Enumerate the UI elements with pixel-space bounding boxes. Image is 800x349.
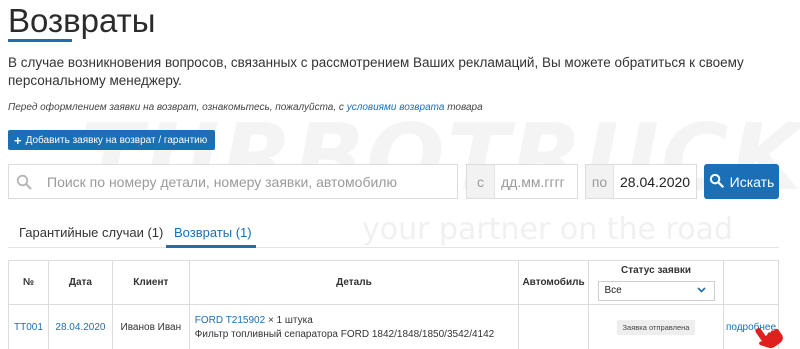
status-filter-select[interactable]: Все xyxy=(597,280,715,301)
table-row: TT001 28.04.2020 Иванов Иван FORD T21590… xyxy=(8,304,780,349)
part-line: FORD T215902 × 1 штука xyxy=(195,314,518,328)
status-header-label: Статус заявки xyxy=(620,264,691,276)
cell-detail: FORD T215902 × 1 штука Фильтр топливный … xyxy=(188,304,520,349)
date-from-prefix: с xyxy=(467,165,495,198)
tabs-bar: Гарантийные случаи (1) Возвраты (1) xyxy=(8,216,779,248)
return-conditions-link[interactable]: условиями возврата xyxy=(347,102,445,113)
return-note: Перед оформлением заявки на возврат, озн… xyxy=(8,102,483,113)
search-icon xyxy=(9,165,39,198)
tab-warranty[interactable]: Гарантийные случаи (1) xyxy=(19,216,163,248)
date-to-prefix: по xyxy=(586,165,614,198)
status-filter-value: Все xyxy=(604,285,622,296)
column-header-status: Статус заявки Все xyxy=(588,260,724,305)
cell-car xyxy=(518,304,590,349)
column-header-car: Автомобиль xyxy=(518,260,590,305)
cell-date: 28.04.2020 xyxy=(47,304,113,349)
note-text-after: товара xyxy=(444,102,483,113)
date-from-field[interactable]: с дд.мм.гггг xyxy=(466,164,578,199)
intro-text: В случае возникновения вопросов, связанн… xyxy=(8,55,744,88)
part-number-link[interactable]: FORD T215902 xyxy=(195,315,265,326)
returns-table: № Дата Клиент Деталь Автомобиль Статус з… xyxy=(8,260,780,349)
cell-number: TT001 xyxy=(8,304,49,349)
cell-status: Заявка отправлена xyxy=(588,304,724,349)
column-header-client: Клиент xyxy=(111,260,190,305)
status-badge: Заявка отправлена xyxy=(616,320,696,335)
column-header-number: № xyxy=(8,260,49,305)
page-title: Возвраты xyxy=(8,2,156,39)
search-input[interactable]: Поиск по номеру детали, номеру заявки, а… xyxy=(8,164,458,199)
request-date-link[interactable]: 28.04.2020 xyxy=(55,322,105,333)
note-text-before: Перед оформлением заявки на возврат, озн… xyxy=(8,102,347,113)
plus-icon: + xyxy=(14,132,22,148)
column-header-date: Дата xyxy=(47,260,113,305)
column-header-detail: Деталь xyxy=(188,260,520,305)
search-button-label: Искать xyxy=(729,173,775,190)
part-quantity: × 1 штука xyxy=(265,314,313,326)
tab-returns[interactable]: Возвраты (1) xyxy=(174,216,252,248)
part-description: Фильтр топливный сепаратора FORD 1842/18… xyxy=(194,328,495,340)
add-button-label: Добавить заявку на возврат / гарантию xyxy=(25,134,208,146)
request-number-link[interactable]: TT001 xyxy=(14,322,43,333)
table-header-row: № Дата Клиент Деталь Автомобиль Статус з… xyxy=(8,260,780,305)
chevron-down-icon xyxy=(696,285,706,296)
search-button[interactable]: Искать xyxy=(704,164,779,199)
column-header-actions xyxy=(722,260,780,305)
date-from-placeholder: дд.мм.гггг xyxy=(501,173,565,190)
date-to-value: 28.04.2020 xyxy=(620,173,691,190)
cell-client: Иванов Иван xyxy=(111,304,190,349)
search-icon xyxy=(709,173,724,191)
search-placeholder: Поиск по номеру детали, номеру заявки, а… xyxy=(47,173,397,190)
active-tab-indicator xyxy=(166,245,256,248)
title-underline xyxy=(8,39,72,42)
date-to-field[interactable]: по 28.04.2020 xyxy=(585,164,697,199)
add-return-request-button[interactable]: + Добавить заявку на возврат / гарантию xyxy=(8,130,216,150)
